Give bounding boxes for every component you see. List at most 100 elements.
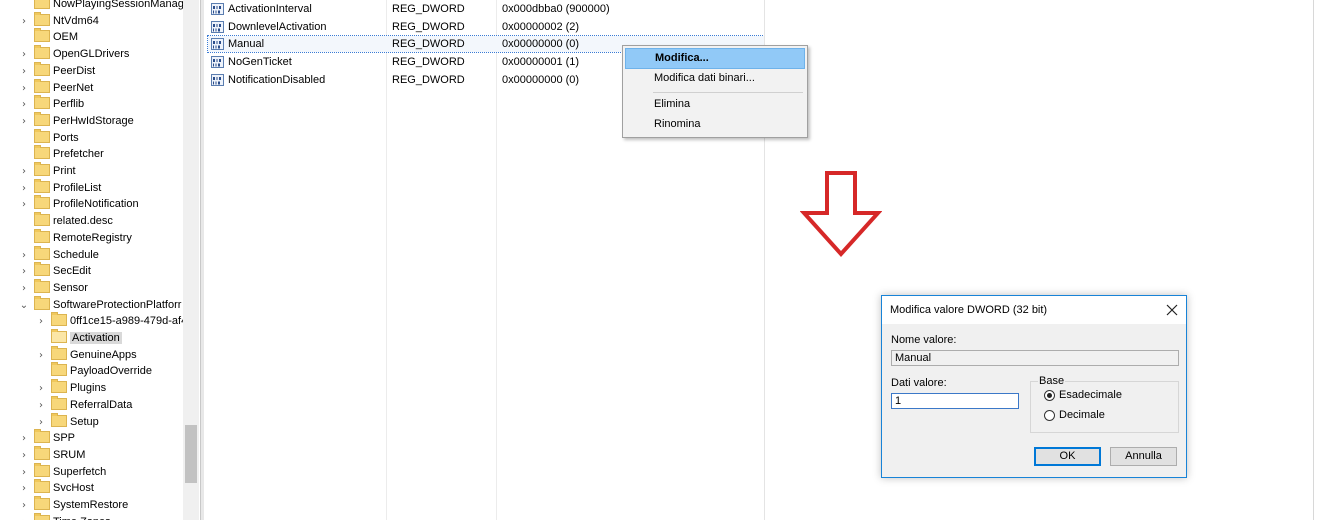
tree-item-label[interactable]: SoftwareProtectionPlatforr [53, 299, 181, 311]
tree-item-label[interactable]: Schedule [53, 249, 99, 261]
tree-item[interactable]: Prefetcher [18, 145, 104, 162]
tree-item-label[interactable]: NtVdm64 [53, 15, 99, 27]
tree-item[interactable]: › PeerNet [18, 78, 93, 97]
tree-item-label[interactable]: ProfileNotification [53, 198, 139, 210]
menu-item-modifica[interactable]: Modifica... [625, 48, 805, 69]
tree-item[interactable]: › NtVdm64 [18, 11, 99, 30]
tree-item[interactable]: › Plugins [35, 379, 106, 397]
tree-item-label[interactable]: SystemRestore [53, 499, 128, 511]
tree-scrollbar-thumb[interactable] [185, 425, 197, 483]
tree-item[interactable]: › 0ff1ce15-a989-479d-af4 [35, 312, 187, 330]
tree-item-label[interactable]: Ports [53, 132, 79, 144]
tree-item[interactable]: NowPlayingSessionManag [18, 0, 184, 12]
tree-item-label[interactable]: SRUM [53, 449, 85, 461]
tree-item[interactable]: Activation [35, 329, 122, 346]
tree-item[interactable]: OEM [18, 28, 78, 45]
tree-item-label[interactable]: SPP [53, 432, 75, 444]
tree-item-label[interactable]: GenuineApps [70, 349, 137, 361]
tree-item[interactable]: RemoteRegistry [18, 228, 132, 246]
chevron-right-icon[interactable]: › [18, 197, 30, 213]
chevron-right-icon[interactable]: › [18, 515, 30, 520]
tree-item-label[interactable]: Activation [70, 332, 122, 344]
tree-item[interactable]: › ProfileNotification [18, 195, 139, 213]
chevron-right-icon[interactable]: › [18, 97, 30, 113]
chevron-right-icon[interactable]: › [35, 415, 47, 431]
chevron-right-icon[interactable]: › [35, 348, 47, 364]
chevron-right-icon[interactable]: › [35, 398, 47, 414]
tree-item[interactable]: › SRUM [18, 445, 85, 464]
tree-item[interactable]: › Superfetch [18, 462, 106, 481]
tree-item[interactable]: › Setup [35, 412, 99, 431]
chevron-right-icon[interactable]: › [18, 181, 30, 197]
tree-item-label[interactable]: SecEdit [53, 265, 91, 277]
tree-item[interactable]: › ProfileList [18, 178, 101, 197]
chevron-right-icon[interactable]: › [18, 281, 30, 297]
chevron-right-icon[interactable]: › [18, 164, 30, 180]
tree-item[interactable]: › Schedule [18, 245, 99, 264]
tree-item[interactable]: › Print [18, 162, 76, 180]
tree-item[interactable]: › SvcHost [18, 479, 94, 497]
tree-item-label[interactable]: Setup [70, 416, 99, 428]
chevron-down-icon[interactable]: ⌄ [18, 298, 30, 314]
menu-item-rinomina[interactable]: Rinomina [625, 114, 805, 135]
chevron-right-icon[interactable]: › [18, 47, 30, 63]
tree-item-label[interactable]: 0ff1ce15-a989-479d-af4 [70, 315, 187, 327]
tree-item-label[interactable]: PeerNet [53, 82, 93, 94]
chevron-right-icon[interactable]: › [18, 64, 30, 80]
tree-item[interactable]: › ReferralData [35, 395, 132, 414]
tree-item[interactable]: Ports [18, 128, 79, 146]
tree-item[interactable]: ⌄ SoftwareProtectionPlatforr [18, 295, 181, 314]
chevron-right-icon[interactable]: › [18, 431, 30, 447]
tree-item-label[interactable]: Time Zones [53, 516, 111, 520]
tree-item-label[interactable]: SvcHost [53, 482, 94, 494]
chevron-right-icon[interactable]: › [18, 114, 30, 130]
tree-item[interactable]: › OpenGLDrivers [18, 45, 129, 63]
chevron-right-icon[interactable]: › [18, 14, 30, 30]
tree-item-label[interactable]: OpenGLDrivers [53, 48, 129, 60]
chevron-right-icon[interactable]: › [35, 314, 47, 330]
chevron-right-icon[interactable]: › [18, 81, 30, 97]
value-data-input[interactable]: 1 [891, 393, 1019, 409]
radio-decimal[interactable] [1044, 410, 1055, 421]
chevron-right-icon[interactable]: › [18, 448, 30, 464]
tree-item-label[interactable]: NowPlayingSessionManag [53, 0, 184, 10]
ok-button[interactable]: OK [1034, 447, 1101, 466]
tree-item[interactable]: › SecEdit [18, 262, 91, 280]
tree-item-label[interactable]: Plugins [70, 382, 106, 394]
tree-item-label[interactable]: ProfileList [53, 182, 101, 194]
menu-item-modifica-dati-binari[interactable]: Modifica dati binari... [625, 68, 805, 89]
value-row[interactable]: ActivationInterval REG_DWORD 0x000dbba0 (9… [208, 1, 764, 17]
tree-item-label[interactable]: Sensor [53, 282, 88, 294]
tree-item[interactable]: PayloadOverride [35, 362, 152, 379]
radio-hexadecimal-label[interactable]: Esadecimale [1059, 389, 1122, 401]
tree-item-label[interactable]: Superfetch [53, 466, 106, 478]
tree-item[interactable]: related.desc [18, 212, 113, 229]
dialog-titlebar[interactable]: Modifica valore DWORD (32 bit) [882, 296, 1186, 324]
tree-item-label[interactable]: PeerDist [53, 65, 95, 77]
chevron-right-icon[interactable]: › [18, 264, 30, 280]
radio-hexadecimal[interactable] [1044, 390, 1055, 401]
tree-item-label[interactable]: Print [53, 165, 76, 177]
tree-item-label[interactable]: RemoteRegistry [53, 232, 132, 244]
close-icon[interactable] [1164, 302, 1180, 318]
menu-item-elimina[interactable]: Elimina [625, 94, 805, 115]
tree-item[interactable]: › PeerDist [18, 61, 95, 80]
tree-item-label[interactable]: PayloadOverride [70, 365, 152, 377]
tree-item[interactable]: › SystemRestore [18, 496, 128, 514]
tree-item[interactable]: › Perflib [18, 95, 84, 113]
tree-item-label[interactable]: PerHwIdStorage [53, 115, 134, 127]
chevron-right-icon[interactable]: › [18, 498, 30, 514]
chevron-right-icon[interactable]: › [18, 465, 30, 481]
cancel-button[interactable]: Annulla [1110, 447, 1177, 466]
tree-item-label[interactable]: OEM [53, 31, 78, 43]
tree-item[interactable]: › Sensor [18, 278, 88, 297]
tree-item-label[interactable]: Prefetcher [53, 148, 104, 160]
tree-item-label[interactable]: related.desc [53, 215, 113, 227]
value-row[interactable]: DownlevelActivation REG_DWORD 0x00000002 (… [208, 19, 764, 35]
chevron-right-icon[interactable]: › [18, 481, 30, 497]
tree-item-label[interactable]: ReferralData [70, 399, 132, 411]
tree-item[interactable]: › PerHwIdStorage [18, 111, 134, 130]
chevron-right-icon[interactable]: › [35, 381, 47, 397]
chevron-right-icon[interactable]: › [18, 248, 30, 264]
tree-item[interactable]: › SPP [18, 429, 75, 447]
